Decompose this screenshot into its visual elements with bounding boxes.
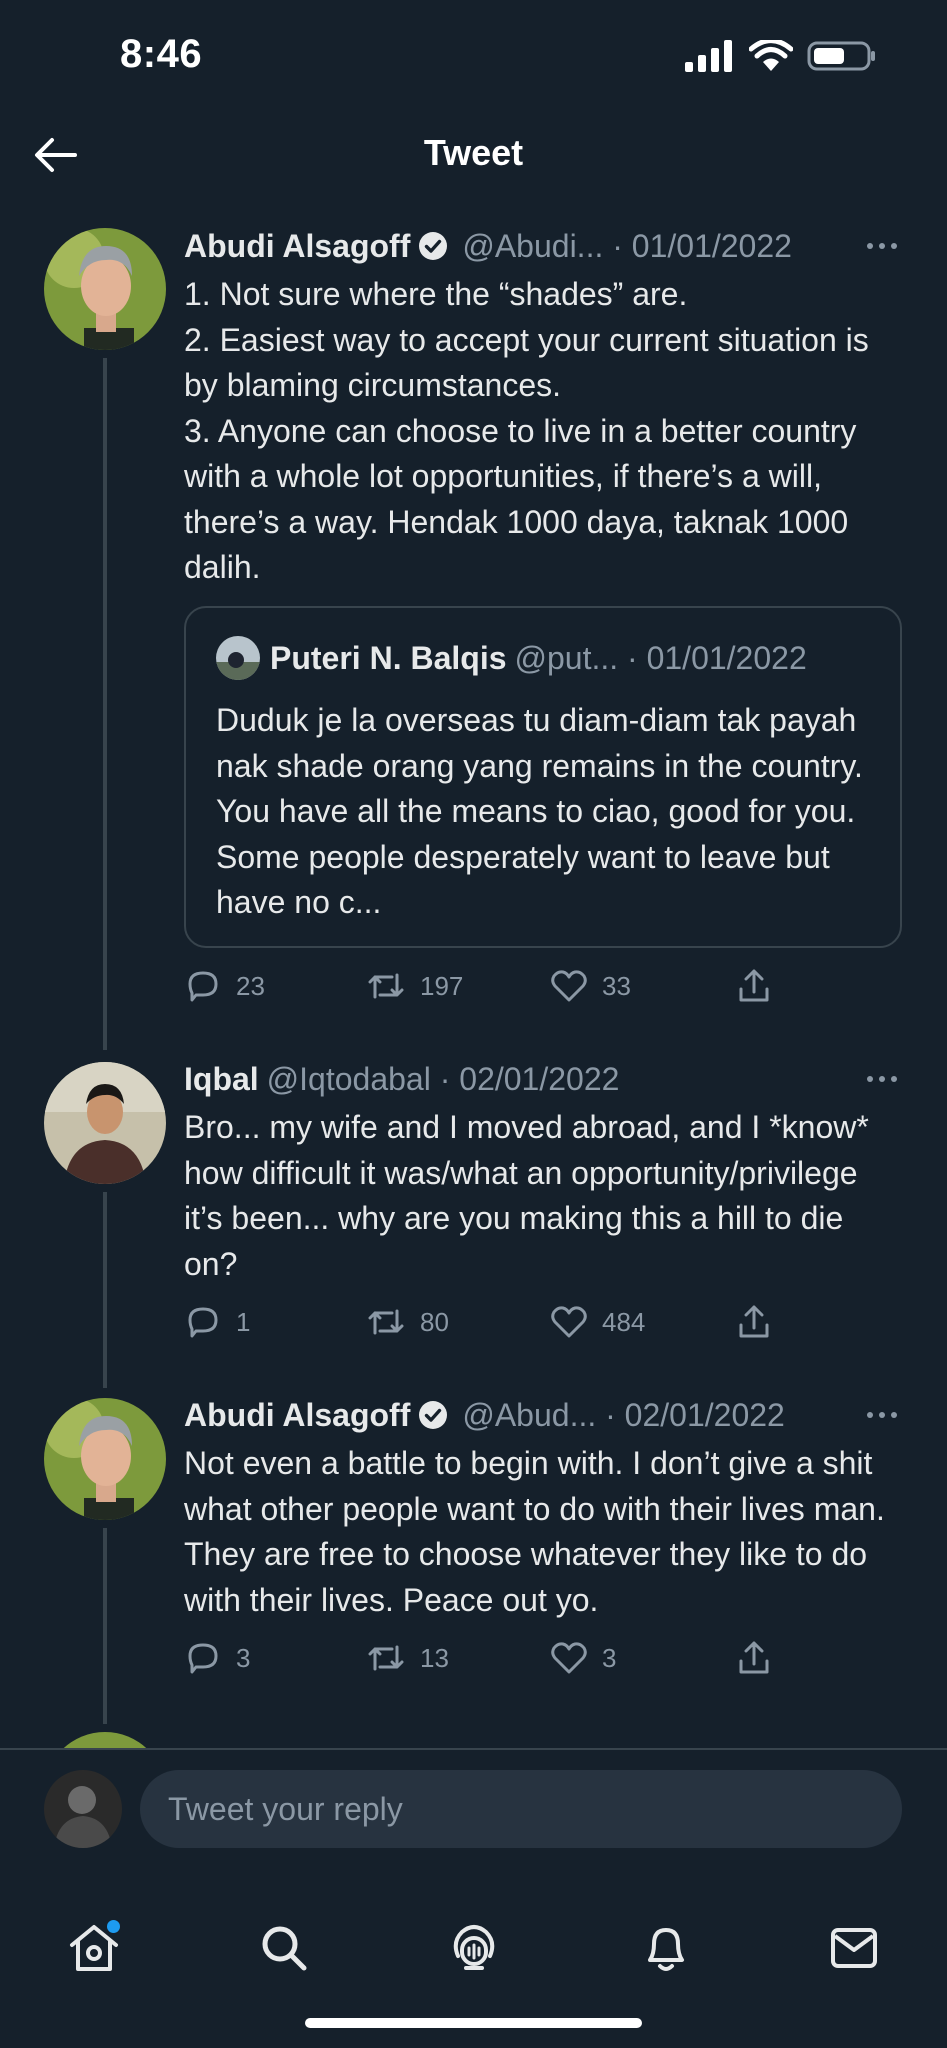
notification-dot bbox=[107, 1920, 120, 1933]
signal-icon bbox=[685, 40, 732, 72]
handle-date: @Iqtodabal · 02/01/2022 bbox=[266, 1060, 620, 1097]
avatar[interactable] bbox=[44, 228, 166, 350]
quoted-tweet-text: Duduk je la overseas tu diam-diam tak pa… bbox=[216, 702, 863, 920]
like-button[interactable]: 3 bbox=[550, 1636, 616, 1680]
bottom-nav bbox=[0, 1868, 947, 2048]
nav-search[interactable] bbox=[252, 1916, 316, 1980]
reply-button[interactable]: 1 bbox=[184, 1300, 250, 1344]
reply-icon bbox=[188, 1307, 218, 1338]
nav-home[interactable] bbox=[62, 1916, 126, 1980]
home-indicator bbox=[305, 2018, 642, 2028]
notifications-icon bbox=[648, 1928, 684, 1971]
handle-date: @Abud... · 02/01/2022 bbox=[462, 1396, 785, 1433]
more-options-button[interactable] bbox=[860, 1057, 904, 1101]
share-button[interactable] bbox=[736, 1300, 772, 1344]
status-time: 8:46 bbox=[120, 32, 203, 76]
nav-messages[interactable] bbox=[822, 1916, 886, 1980]
author-name[interactable]: Abudi Alsagoff bbox=[184, 228, 410, 265]
like-button[interactable]: 484 bbox=[550, 1300, 645, 1344]
retweet-count: 197 bbox=[420, 970, 464, 1001]
thread-line bbox=[103, 358, 107, 1050]
quoted-handle-date: @put... · 01/01/2022 bbox=[514, 639, 807, 676]
handle-date: @Abudi... · 01/01/2022 bbox=[462, 227, 792, 264]
share-icon bbox=[739, 969, 769, 1002]
spaces-icon bbox=[453, 1925, 495, 1970]
avatar[interactable] bbox=[44, 1398, 166, 1520]
retweet-icon bbox=[368, 1309, 404, 1335]
tweet-actions: 1 80 484 bbox=[184, 1300, 804, 1344]
wifi-icon bbox=[749, 40, 793, 71]
like-count: 484 bbox=[602, 1306, 646, 1337]
status-icons bbox=[685, 36, 877, 76]
retweet-button[interactable]: 197 bbox=[366, 964, 463, 1008]
tweet-actions: 3 13 3 bbox=[184, 1636, 804, 1680]
avatar[interactable] bbox=[44, 1062, 166, 1184]
tweet-header: Iqbal @Iqtodabal · 02/01/2022 bbox=[184, 1057, 904, 1101]
more-options-button[interactable] bbox=[860, 1393, 904, 1437]
page-title: Tweet bbox=[423, 132, 524, 173]
retweet-icon bbox=[368, 1645, 404, 1671]
quoted-author-name: Puteri N. Balqis bbox=[270, 639, 507, 676]
more-icon bbox=[867, 1412, 897, 1418]
reply-button[interactable]: 3 bbox=[184, 1636, 250, 1680]
share-icon bbox=[739, 1305, 769, 1338]
heart-icon bbox=[551, 970, 587, 1002]
tweet-actions: 23 197 33 bbox=[184, 964, 804, 1008]
retweet-button[interactable]: 13 bbox=[366, 1636, 449, 1680]
verified-badge-icon bbox=[418, 1400, 448, 1430]
reply-button[interactable]: 23 bbox=[184, 964, 265, 1008]
like-button[interactable]: 33 bbox=[550, 964, 631, 1008]
next-avatar-peek bbox=[44, 1732, 166, 1748]
retweet-count: 13 bbox=[420, 1642, 449, 1673]
like-count: 33 bbox=[602, 970, 631, 1001]
top-header: Tweet bbox=[0, 110, 947, 200]
reply-count: 1 bbox=[236, 1306, 251, 1337]
like-count: 3 bbox=[602, 1642, 617, 1673]
reply-count: 3 bbox=[236, 1642, 251, 1673]
author-name[interactable]: Abudi Alsagoff bbox=[184, 1397, 410, 1434]
reply-input[interactable]: Tweet your reply bbox=[140, 1770, 902, 1848]
heart-icon bbox=[551, 1306, 587, 1338]
retweet-count: 80 bbox=[420, 1306, 449, 1337]
quoted-tweet-header: Puteri N. Balqis @put... · 01/01/2022 bbox=[216, 636, 807, 680]
more-icon bbox=[867, 1076, 897, 1082]
search-icon bbox=[262, 1926, 307, 1971]
battery-icon bbox=[807, 41, 875, 71]
tweet-text: Not even a battle to begin with. I don’t… bbox=[184, 1445, 885, 1618]
nav-notifications[interactable] bbox=[634, 1916, 698, 1980]
retweet-button[interactable]: 80 bbox=[366, 1300, 449, 1344]
tweet-text: 1. Not sure where the “shades” are. 2. E… bbox=[184, 276, 869, 585]
retweet-icon bbox=[368, 973, 404, 999]
heart-icon bbox=[551, 1642, 587, 1674]
thread-line bbox=[103, 1192, 107, 1388]
tweet-text: Bro... my wife and I moved abroad, and I… bbox=[184, 1109, 869, 1282]
thread-line bbox=[103, 1528, 107, 1724]
share-button[interactable] bbox=[736, 964, 772, 1008]
tweet-header: Abudi Alsagoff @Abud... · 02/01/2022 bbox=[184, 1393, 904, 1437]
nav-spaces[interactable] bbox=[442, 1916, 506, 1980]
reply-count: 23 bbox=[236, 970, 265, 1001]
status-bar: 8:46 bbox=[0, 0, 947, 110]
author-name[interactable]: Iqbal bbox=[184, 1061, 259, 1098]
more-icon bbox=[867, 243, 897, 249]
share-icon bbox=[739, 1641, 769, 1674]
more-options-button[interactable] bbox=[860, 224, 904, 268]
reply-icon bbox=[188, 1643, 218, 1674]
verified-badge-icon bbox=[418, 231, 448, 261]
quoted-tweet[interactable]: Puteri N. Balqis @put... · 01/01/2022 Du… bbox=[184, 606, 902, 948]
reply-bar: Tweet your reply bbox=[0, 1748, 947, 1868]
share-button[interactable] bbox=[736, 1636, 772, 1680]
user-avatar[interactable] bbox=[44, 1770, 122, 1848]
quoted-avatar bbox=[216, 636, 260, 680]
messages-icon bbox=[831, 1928, 877, 1968]
tweet-header: Abudi Alsagoff @Abudi... · 01/01/2022 bbox=[184, 224, 904, 268]
reply-icon bbox=[188, 971, 218, 1002]
